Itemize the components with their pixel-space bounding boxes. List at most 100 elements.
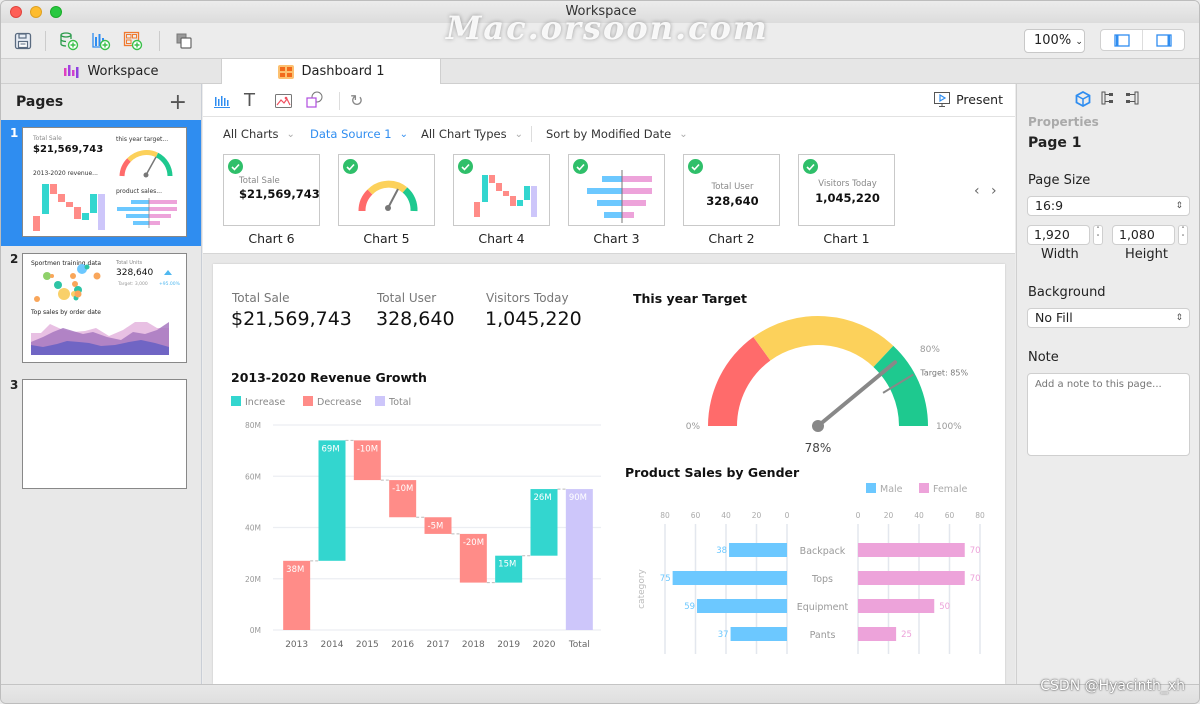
legend-swatch	[866, 483, 876, 493]
image-tool-icon[interactable]	[275, 93, 292, 112]
waterfall-bar	[318, 440, 346, 561]
kpi-label: Total Sale	[232, 291, 290, 305]
bar-data-label: -20M	[463, 538, 484, 548]
page-size-select[interactable]: 16:9 ⇕	[1027, 196, 1190, 216]
present-button[interactable]: Present	[934, 92, 1003, 107]
female-data-label: 50	[939, 602, 950, 612]
text-tool-icon[interactable]: T	[244, 90, 255, 111]
add-page-icon[interactable]: +	[169, 90, 187, 115]
prev-arrow-icon[interactable]: ‹	[974, 183, 980, 199]
x-tick-label: 40	[914, 511, 924, 520]
filter-label: Sort by Modified Date	[546, 127, 672, 141]
male-data-label: 59	[684, 602, 695, 612]
waterfall-title: 2013-2020 Revenue Growth	[231, 370, 427, 385]
bar-data-label: -5M	[428, 521, 444, 531]
butterfly-chart[interactable]: Male Female 0 0 20 20 40 40 60 60 80 80 category 38 70…	[618, 474, 1003, 674]
status-bar	[1, 684, 1199, 703]
card-butterfly-preview	[587, 170, 652, 223]
thumb-graphics	[31, 264, 172, 355]
x-tick-label: Total	[568, 640, 590, 650]
card-gauge-preview	[358, 180, 418, 212]
page-thumbnail[interactable]: Sportmen training data Total Units 328,6…	[22, 253, 187, 363]
refresh-icon[interactable]: ↻	[350, 91, 363, 110]
height-input[interactable]: 1,080	[1112, 225, 1175, 245]
width-input[interactable]: 1,920	[1027, 225, 1090, 245]
page-item-3[interactable]: 3	[1, 372, 201, 498]
sort-select[interactable]: Sort by Modified Date ⌄	[546, 127, 688, 141]
card-kpi-value: 328,640	[706, 194, 759, 208]
chevron-down-icon: ⌄	[1075, 37, 1083, 47]
tab-workspace[interactable]: Workspace	[1, 59, 221, 84]
dashboard-canvas[interactable]: Total Sale $21,569,743 Total User 328,64…	[213, 264, 1005, 684]
x-tick-label: 2015	[356, 640, 379, 650]
kpi-label: Total User	[377, 291, 437, 305]
add-data-source-icon[interactable]	[59, 31, 79, 51]
page-number: 2	[10, 252, 19, 266]
tab-bar: Workspace Dashboard 1	[1, 59, 1199, 84]
width-value: 1,920	[1034, 227, 1070, 242]
chart-card-2[interactable]: Total User 328,640	[683, 154, 780, 226]
x-tick-label: 60	[691, 511, 701, 520]
axis-label: category	[637, 568, 647, 608]
gauge-chart[interactable]: 0%40%80%100%Target: 85%78%	[633, 309, 1003, 459]
kpi-label: Visitors Today	[486, 291, 569, 305]
height-stepper[interactable]: ˄ ˅	[1178, 225, 1188, 245]
cube-icon[interactable]	[1075, 91, 1091, 107]
male-bar	[697, 599, 787, 613]
toggle-left-panel-button[interactable]	[1101, 30, 1142, 50]
y-tick-label: 60M	[245, 472, 261, 481]
category-label: Backpack	[800, 546, 846, 557]
chart-card-1[interactable]: Visitors Today 1,045,220	[798, 154, 895, 226]
female-data-label: 25	[901, 630, 912, 640]
bar-data-label: 15M	[498, 560, 516, 570]
align-icon[interactable]	[1125, 91, 1139, 105]
page-thumbnail[interactable]	[22, 379, 187, 489]
filter-all-charts[interactable]: All Charts ⌄	[223, 127, 295, 141]
save-icon[interactable]	[13, 31, 33, 51]
next-arrow-icon[interactable]: ›	[991, 183, 997, 199]
male-bar	[730, 627, 787, 641]
tab-dashboard-1[interactable]: Dashboard 1	[221, 59, 441, 84]
filter-label: All Chart Types	[421, 127, 507, 141]
note-textarea[interactable]	[1027, 373, 1190, 456]
chart-tool-icon[interactable]	[214, 93, 230, 112]
x-tick-label: 80	[660, 511, 670, 520]
close-button[interactable]	[10, 6, 22, 18]
height-value: 1,080	[1119, 227, 1155, 242]
window-controls	[10, 6, 62, 18]
add-dashboard-icon[interactable]	[123, 31, 143, 51]
zoom-select[interactable]: 100% ⌄	[1024, 29, 1085, 53]
x-tick-label: 0	[785, 511, 790, 520]
filter-chart-types[interactable]: All Chart Types ⌄	[421, 127, 523, 141]
card-kpi-value: $21,569,743	[239, 187, 320, 201]
chart-card-5[interactable]	[338, 154, 435, 226]
chart-card-3[interactable]	[568, 154, 665, 226]
page-thumbnail[interactable]: Total Sale $21,569,743 2013-2020 revenue…	[22, 127, 187, 237]
card-kpi-value: 1,045,220	[815, 191, 880, 205]
shape-tool-icon[interactable]	[306, 91, 324, 112]
page-item-2[interactable]: 2 Sportmen training data Total Units 328…	[1, 246, 201, 372]
chart-card-label: Chart 4	[478, 231, 525, 246]
chart-card-4[interactable]	[453, 154, 550, 226]
page-item-1[interactable]: 1 Total Sale $21,569,743 2013-2020 reven…	[1, 120, 201, 246]
toolbar: 100% ⌄	[1, 23, 1199, 59]
gauge-value-label: 78%	[805, 441, 832, 455]
waterfall-chart[interactable]: Increase Decrease Total 0M 20M 40M 60M 80M 38M 20…	[213, 389, 613, 679]
add-chart-icon[interactable]	[91, 31, 111, 51]
toggle-right-panel-button[interactable]	[1142, 30, 1184, 50]
width-stepper[interactable]: ˄ ˅	[1093, 225, 1103, 245]
chevron-down-icon: ⌄	[514, 128, 523, 140]
filter-label: All Charts	[223, 127, 279, 141]
background-select[interactable]: No Fill ⇕	[1027, 308, 1190, 328]
zoom-button[interactable]	[50, 6, 62, 18]
insert-toolbar: T ↻ Present	[203, 84, 1015, 117]
hierarchy-icon[interactable]	[1101, 91, 1115, 105]
check-icon	[688, 159, 703, 174]
credit-text: CSDN @Hyacinth_xh	[1040, 678, 1185, 694]
chart-card-6[interactable]: Total Sale $21,569,743	[223, 154, 320, 226]
kpi-value: 1,045,220	[485, 308, 582, 330]
duplicate-icon[interactable]	[174, 31, 194, 51]
x-tick-label: 2019	[497, 640, 520, 650]
filter-data-source[interactable]: Data Source 1 ⌄	[310, 127, 408, 141]
minimize-button[interactable]	[30, 6, 42, 18]
